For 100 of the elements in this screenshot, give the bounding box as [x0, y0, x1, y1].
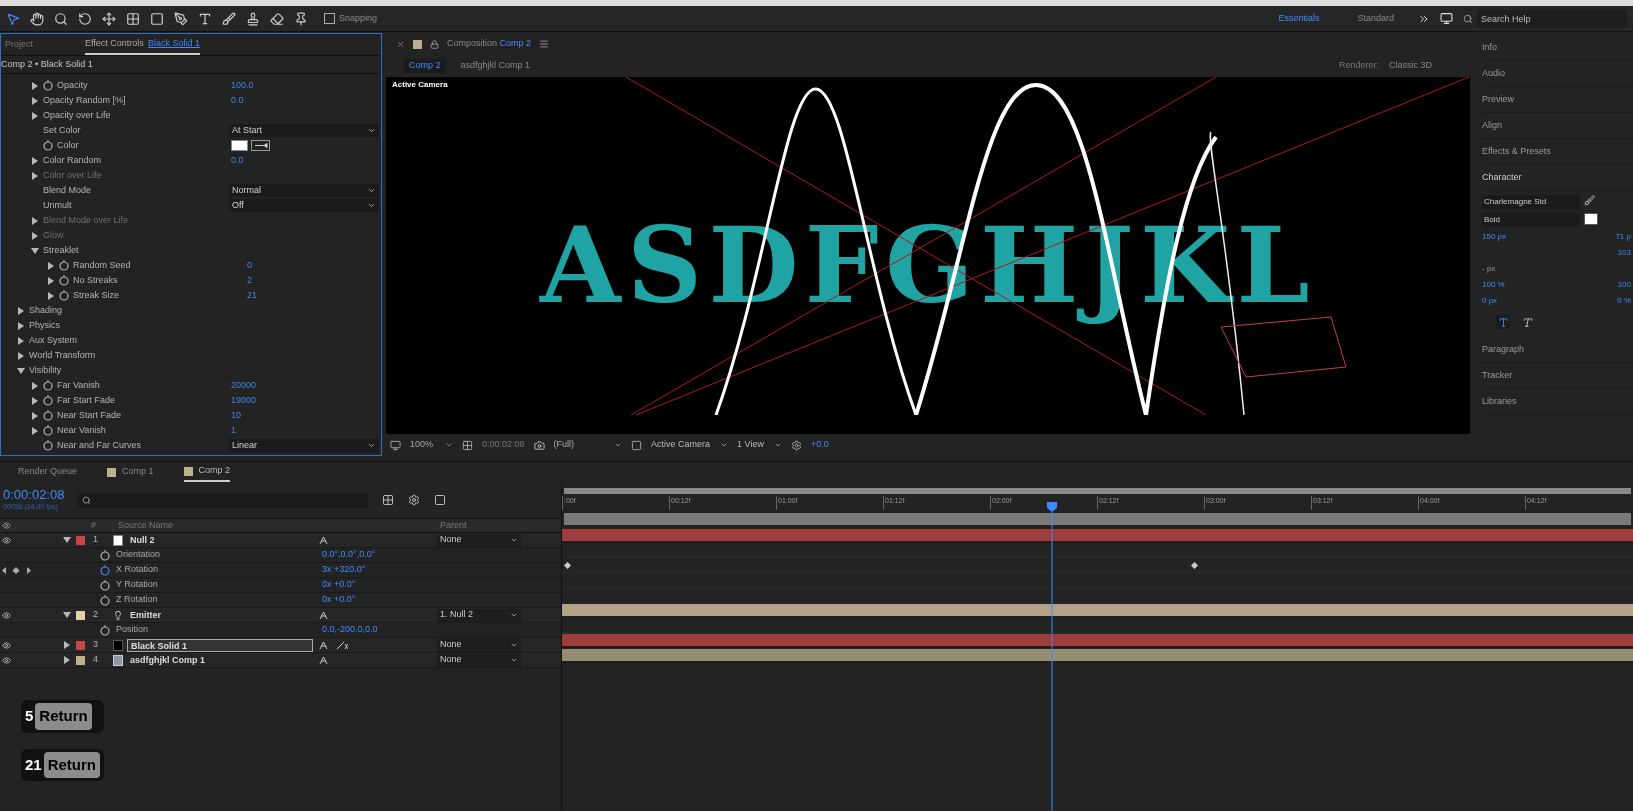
- current-timecode[interactable]: 0:00:02:08: [3, 487, 65, 502]
- twirl-right-icon[interactable]: [47, 276, 55, 285]
- property-dropdown[interactable]: At Start: [229, 124, 379, 137]
- property-dropdown[interactable]: Normal: [229, 184, 379, 197]
- twirl-down-icon[interactable]: [17, 366, 25, 375]
- zoom-dropdown[interactable]: 100%: [410, 438, 454, 452]
- panel-header[interactable]: Audio: [1482, 61, 1633, 87]
- line-spacing-value[interactable]: - px: [1482, 263, 1496, 275]
- property-value[interactable]: 0.0: [231, 93, 244, 108]
- property-value[interactable]: 0.0: [231, 153, 244, 168]
- vertical-scale-value[interactable]: 100 %: [1482, 279, 1505, 291]
- search-field[interactable]: [78, 492, 369, 508]
- property-value[interactable]: 100.0: [231, 78, 254, 93]
- parent-dropdown[interactable]: None: [437, 653, 521, 667]
- property-value[interactable]: 2: [247, 273, 252, 288]
- property-value[interactable]: 1: [231, 423, 236, 438]
- panel-tab[interactable]: Effect Controls Black Solid 1: [85, 34, 200, 55]
- tsume-value[interactable]: 0 %: [1617, 295, 1631, 307]
- stopwatch-icon[interactable]: [59, 275, 69, 286]
- pin-icon[interactable]: [294, 11, 308, 26]
- stopwatch-icon[interactable]: [100, 579, 110, 591]
- twirl-right-icon[interactable]: [31, 111, 39, 120]
- move-icon[interactable]: [102, 11, 116, 26]
- rotate-icon[interactable]: [78, 11, 92, 26]
- stopwatch-icon[interactable]: [100, 624, 110, 636]
- property-value[interactable]: 19000: [231, 393, 257, 408]
- hand-tool-icon[interactable]: [30, 11, 44, 26]
- keyframe-icon[interactable]: [564, 561, 571, 569]
- twirl-right-icon[interactable]: [31, 156, 39, 165]
- grid-icon[interactable]: [382, 494, 395, 506]
- stopwatch-icon[interactable]: [43, 425, 53, 436]
- fx-icon[interactable]: [336, 640, 348, 650]
- exposure-value[interactable]: +0.0: [810, 438, 829, 452]
- twirl-down-icon[interactable]: [63, 611, 71, 619]
- twirl-right-icon[interactable]: [17, 336, 25, 345]
- workspace-tab[interactable]: Standard: [1343, 11, 1408, 26]
- stopwatch-icon[interactable]: [43, 380, 53, 391]
- layer-name[interactable]: Emitter: [127, 608, 313, 622]
- property-value[interactable]: 0: [247, 258, 252, 273]
- camera-icon[interactable]: [533, 439, 545, 451]
- eraser-icon[interactable]: [270, 11, 284, 26]
- leading-value[interactable]: 71 p: [1615, 231, 1631, 243]
- twirl-right-icon[interactable]: [63, 656, 71, 664]
- panel-header[interactable]: Libraries: [1482, 389, 1633, 415]
- twirl-right-icon[interactable]: [31, 96, 39, 105]
- views-dropdown[interactable]: 1 View: [737, 438, 782, 452]
- eye-icon[interactable]: [2, 535, 11, 545]
- monitor-icon[interactable]: [1440, 12, 1453, 25]
- stopwatch-icon[interactable]: [100, 564, 110, 576]
- settings-icon[interactable]: [790, 439, 802, 451]
- baseline-shift-value[interactable]: 0 px: [1482, 295, 1498, 307]
- timeline-tab[interactable]: Render Queue: [18, 462, 78, 482]
- parent-dropdown[interactable]: None: [437, 638, 521, 652]
- font-dropdown[interactable]: Charlemagne Std: [1482, 195, 1580, 209]
- menu-icon[interactable]: [539, 39, 550, 49]
- panel-header[interactable]: Tracker: [1482, 363, 1633, 389]
- eye-icon[interactable]: [2, 521, 11, 530]
- rectangle-icon[interactable]: [150, 11, 164, 26]
- layer-name[interactable]: Black Solid 1: [127, 638, 313, 652]
- horizontal-scale-value[interactable]: 100: [1617, 279, 1631, 291]
- twirl-right-icon[interactable]: [47, 261, 55, 270]
- color-swatch[interactable]: [231, 140, 248, 151]
- property-value[interactable]: 20000: [231, 378, 257, 393]
- fill-swatch[interactable]: [1584, 213, 1598, 225]
- panel-header[interactable]: Info: [1482, 35, 1633, 61]
- twirl-right-icon[interactable]: [31, 81, 39, 90]
- keyframe-icon[interactable]: [1191, 561, 1198, 569]
- property-dropdown[interactable]: Linear: [229, 439, 379, 452]
- comp-breadcrumb[interactable]: asdfghjkl Comp 1: [455, 59, 536, 73]
- composition-tab[interactable]: Composition Comp 2: [447, 37, 532, 51]
- label-color-chip[interactable]: [76, 640, 85, 650]
- faux-bold-icon[interactable]: [1496, 315, 1510, 329]
- eyedropper-icon[interactable]: [1584, 195, 1595, 206]
- square-icon[interactable]: [631, 439, 643, 451]
- workspace-tab[interactable]: Essentials: [1264, 11, 1334, 26]
- stopwatch-icon[interactable]: [43, 80, 53, 91]
- stopwatch-icon[interactable]: [100, 549, 110, 561]
- stopwatch-icon[interactable]: [43, 410, 53, 421]
- twirl-right-icon[interactable]: [17, 306, 25, 315]
- grid-icon[interactable]: [126, 11, 140, 26]
- twirl-right-icon[interactable]: [31, 411, 39, 420]
- panel-tab[interactable]: Project: [5, 34, 75, 55]
- twirl-down-icon[interactable]: [31, 246, 39, 255]
- timeline-tab[interactable]: Comp 1: [107, 462, 154, 482]
- label-color-chip[interactable]: [76, 610, 85, 620]
- twirl-right-icon[interactable]: [17, 321, 25, 330]
- timeline-tab[interactable]: Comp 2: [183, 462, 231, 482]
- camera-dropdown[interactable]: Active Camera: [651, 438, 729, 452]
- panel-header[interactable]: Effects & Presets: [1482, 139, 1633, 165]
- lock-icon[interactable]: [430, 39, 439, 49]
- search-icon[interactable]: [54, 11, 68, 26]
- stopwatch-icon[interactable]: [43, 440, 53, 451]
- font-size-value[interactable]: 150 px: [1482, 231, 1507, 243]
- property-value[interactable]: 0x +0.0°: [322, 578, 356, 592]
- comp-breadcrumb[interactable]: Comp 2: [404, 59, 446, 73]
- property-value[interactable]: 3x +320.0°: [322, 563, 366, 577]
- stopwatch-icon[interactable]: [43, 140, 53, 151]
- monitor-icon[interactable]: [390, 439, 401, 451]
- twirl-right-icon[interactable]: [17, 351, 25, 360]
- stopwatch-icon[interactable]: [59, 260, 69, 271]
